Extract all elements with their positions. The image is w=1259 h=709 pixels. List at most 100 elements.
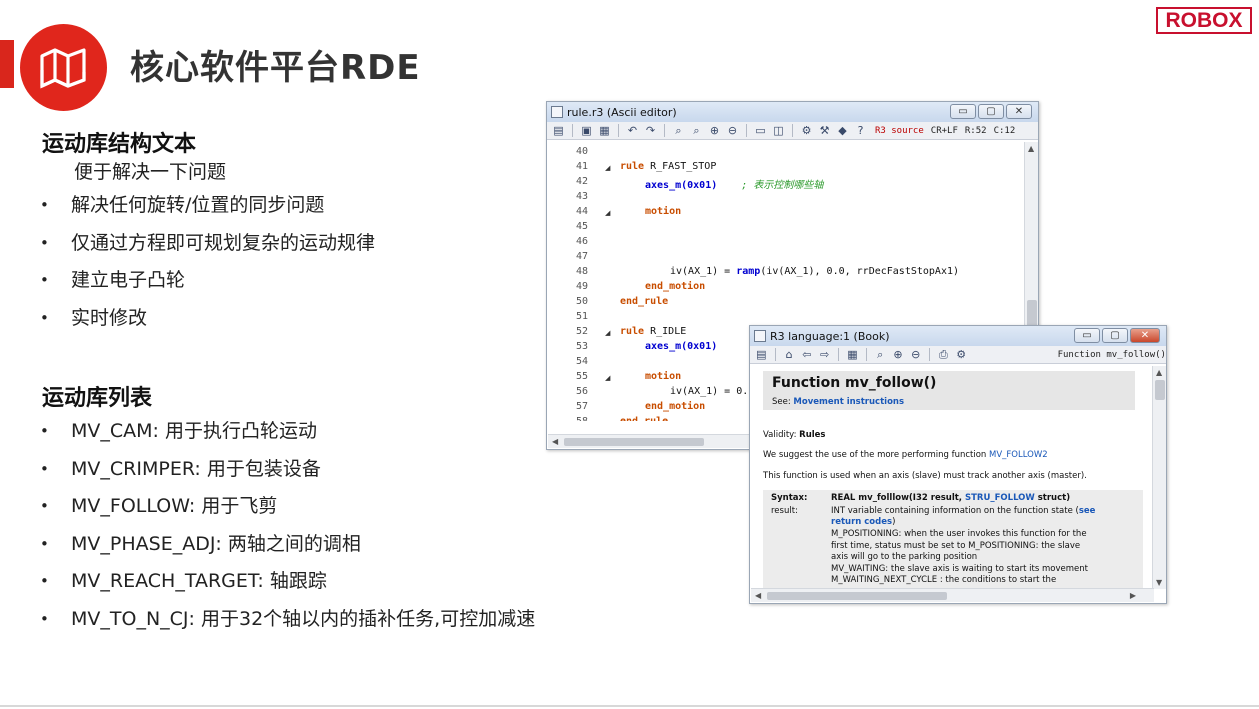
book-titlebar[interactable]: R3 language:1 (Book) ▭ ▢ ✕ (750, 326, 1166, 346)
scroll-up-icon[interactable]: ▲ (1156, 368, 1162, 377)
result-label: result: (771, 506, 798, 516)
feature-list: • 解决任何旋转/位置的同步问题 • 仅通过方程即可规划复杂的运动规律 • 建立电子凸… (40, 193, 375, 343)
scroll-left-icon[interactable]: ◀ (552, 437, 558, 446)
return-codes-link[interactable]: return codes (831, 517, 892, 527)
code-line: end_motion (645, 281, 706, 292)
help-icon[interactable]: ? (853, 124, 868, 138)
home-icon[interactable]: ⌂ (782, 348, 797, 362)
scroll-thumb[interactable] (1155, 380, 1165, 400)
redo-icon[interactable]: ↷ (643, 124, 658, 138)
line-number: 40 (575, 146, 588, 157)
properties-icon[interactable]: ▤ (551, 124, 566, 138)
editor-titlebar[interactable]: rule.r3 (Ascii editor) ▭ ▢ ✕ (547, 102, 1038, 122)
result-line: M_POSITIONING: when the user invokes thi… (831, 529, 1087, 539)
fold-marker-icon[interactable]: ◢ (605, 209, 610, 217)
syntax-text: REAL mv_folllow(I32 result, STRU_FOLLOW … (831, 493, 1071, 503)
code-line: iv(AX_1) = 0. (670, 386, 749, 397)
page-title: 核心软件平台RDE (130, 48, 421, 88)
result-line: M_WAITING_NEXT_CYCLE : the conditions to… (831, 575, 1057, 585)
movement-instructions-link[interactable]: Movement instructions (793, 397, 904, 407)
save-icon[interactable]: ▣ (579, 124, 594, 138)
line-number: 53 (575, 341, 588, 352)
close-button[interactable]: ✕ (1130, 328, 1160, 343)
line-number: 58 (548, 416, 588, 421)
zoom-in-icon[interactable]: ⊕ (707, 124, 722, 138)
find-icon[interactable]: ⌕ (671, 124, 686, 138)
result-line: INT variable containing information on t… (831, 506, 1096, 516)
settings-icon[interactable]: ⚙ (954, 348, 969, 362)
scroll-thumb[interactable] (564, 438, 704, 446)
stru-follow-link[interactable]: STRU_FOLLOW (965, 493, 1035, 503)
mv-follow2-link[interactable]: MV_FOLLOW2 (989, 450, 1048, 460)
list-item: • MV_FOLLOW: 用于飞剪 (40, 495, 278, 518)
book-vertical-scrollbar[interactable]: ▲ ▼ (1152, 366, 1166, 589)
list-item: • 仅通过方程即可规划复杂的运动规律 (40, 231, 376, 254)
book-horizontal-scrollbar[interactable]: ◀ ▶ (751, 588, 1154, 602)
minimize-button[interactable]: ▭ (950, 104, 976, 119)
find-icon[interactable]: ⌕ (873, 348, 888, 362)
section-subtext: 便于解决一下问题 (74, 161, 227, 183)
line-number: 57 (575, 401, 588, 412)
library-list: • MV_CAM: 用于执行凸轮运动 • MV_CRIMPER: 用于包装设备 • M… (40, 419, 535, 645)
document-icon (551, 106, 563, 118)
line-number: 46 (575, 236, 588, 247)
book-window[interactable]: R3 language:1 (Book) ▭ ▢ ✕ ▤ ⌂ ⇦ ⇨ ▦ ⌕ ⊕… (749, 325, 1167, 604)
book-icon (754, 330, 766, 342)
code-line: motion (645, 206, 682, 217)
accent-bar (0, 40, 14, 88)
result-line: return codes) (831, 517, 896, 527)
zoom-out-icon[interactable]: ⊖ (908, 348, 923, 362)
fold-marker-icon[interactable]: ◢ (605, 374, 610, 382)
list-item: • MV_REACH_TARGET: 轴跟踪 (40, 570, 327, 593)
scroll-left-icon[interactable]: ◀ (755, 591, 761, 600)
compile-icon[interactable]: ⚙ (799, 124, 814, 138)
forward-icon[interactable]: ⇨ (817, 348, 832, 362)
minimize-button[interactable]: ▭ (1074, 328, 1100, 343)
find-next-icon[interactable]: ⌕ (689, 124, 704, 138)
fold-marker-icon[interactable]: ◢ (605, 329, 610, 337)
build-icon[interactable]: ⚒ (817, 124, 832, 138)
properties-icon[interactable]: ▤ (754, 348, 769, 362)
split-vertical-icon[interactable]: ◫ (771, 124, 786, 138)
line-number: 41 (575, 161, 588, 172)
book-toolbar: ▤ ⌂ ⇦ ⇨ ▦ ⌕ ⊕ ⊖ ⎙ ⚙ Function mv_follow() (750, 346, 1166, 364)
list-item: • MV_TO_N_CJ: 用于32个轴以内的插补任务,可控加减速 (40, 607, 536, 630)
print-icon[interactable]: ⎙ (936, 348, 951, 362)
book-icon[interactable]: ◆ (835, 124, 850, 138)
status-row: R:52 (964, 125, 987, 136)
line-number: 44 (575, 206, 588, 217)
contents-icon[interactable]: ▦ (845, 348, 860, 362)
line-number: 54 (575, 356, 588, 367)
line-number: 51 (575, 311, 588, 322)
maximize-button[interactable]: ▢ (1102, 328, 1128, 343)
toolbar-function-label: Function mv_follow() (1057, 349, 1166, 360)
line-number: 43 (575, 191, 588, 202)
back-icon[interactable]: ⇦ (800, 348, 815, 362)
save-all-icon[interactable]: ▦ (597, 124, 612, 138)
maximize-button[interactable]: ▢ (978, 104, 1004, 119)
close-button[interactable]: ✕ (1006, 104, 1032, 119)
line-number: 48 (575, 266, 588, 277)
scroll-up-icon[interactable]: ▲ (1028, 144, 1034, 153)
list-item: • 解决任何旋转/位置的同步问题 (40, 194, 325, 216)
validity-line: Validity: Rules (763, 430, 826, 440)
syntax-label: Syntax: (771, 493, 808, 503)
function-title: Function mv_follow() (772, 375, 937, 391)
line-number: 49 (575, 281, 588, 292)
fold-marker-icon[interactable]: ◢ (605, 164, 610, 172)
line-number: 47 (575, 251, 588, 262)
scroll-thumb[interactable] (767, 592, 947, 600)
result-line: MV_WAITING: the slave axis is waiting to… (831, 564, 1088, 574)
scroll-right-icon[interactable]: ▶ (1130, 591, 1136, 600)
split-horizontal-icon[interactable]: ▭ (753, 124, 768, 138)
syntax-box: Syntax: REAL mv_folllow(I32 result, STRU… (763, 490, 1143, 589)
scroll-down-icon[interactable]: ▼ (1156, 578, 1162, 587)
zoom-in-icon[interactable]: ⊕ (891, 348, 906, 362)
see-link[interactable]: see (1079, 506, 1096, 516)
footer-divider (0, 705, 1259, 707)
code-line: end_rule (620, 296, 669, 307)
undo-icon[interactable]: ↶ (625, 124, 640, 138)
code-line: end_motion (645, 401, 706, 412)
list-item: • MV_PHASE_ADJ: 两轴之间的调相 (40, 532, 361, 555)
zoom-out-icon[interactable]: ⊖ (725, 124, 740, 138)
